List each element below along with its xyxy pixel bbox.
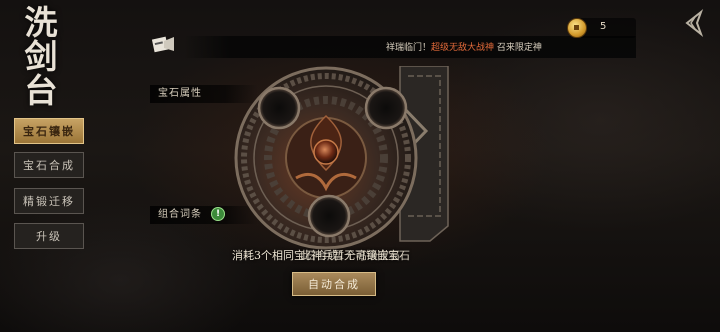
announcement-highlight: 超级无敌大战神 (431, 43, 495, 53)
sidebar-item-gem-inlay[interactable]: 宝石镶嵌 (14, 118, 84, 144)
synthesis-hint: 消耗3个相同宝石合成1个高级宝石 此神兵暂无可镶嵌宝石 (232, 247, 410, 263)
announcement-prefix: 祥瑞临门！ (386, 43, 432, 53)
announcement-text: 祥瑞临门！超级无敌大战神 召来限定神 (386, 40, 542, 53)
title-char-3: 台 (24, 71, 58, 110)
auto-combine-button[interactable]: 自动合成 (292, 272, 376, 296)
title-char-1: 洗 (24, 3, 58, 42)
combo-info-icon[interactable]: ! (211, 207, 225, 221)
coin-icon (567, 18, 587, 38)
back-arrow-icon[interactable] (679, 8, 709, 38)
share-icon[interactable] (150, 33, 178, 57)
currency-count: 5 (600, 21, 607, 32)
gem-socket-dial (234, 66, 449, 250)
title-char-2: 剑 (24, 37, 58, 76)
sidebar-item-gem-synthesis[interactable]: 宝石合成 (14, 152, 84, 178)
sidebar-item-refine-transfer[interactable]: 精锻迁移 (14, 188, 84, 214)
no-gem-overlay-text: 此神兵暂无可镶嵌宝石 (300, 249, 410, 262)
announcement-suffix: 召来限定神 (496, 43, 542, 53)
screen-title: 洗 剑 台 (18, 6, 64, 108)
game-screen: 洗 剑 台 宝石镶嵌 宝石合成 精锻迁移 升级 祥瑞临门！超级无敌大战神 召来限… (0, 0, 720, 332)
sidebar-item-upgrade[interactable]: 升级 (14, 223, 84, 249)
